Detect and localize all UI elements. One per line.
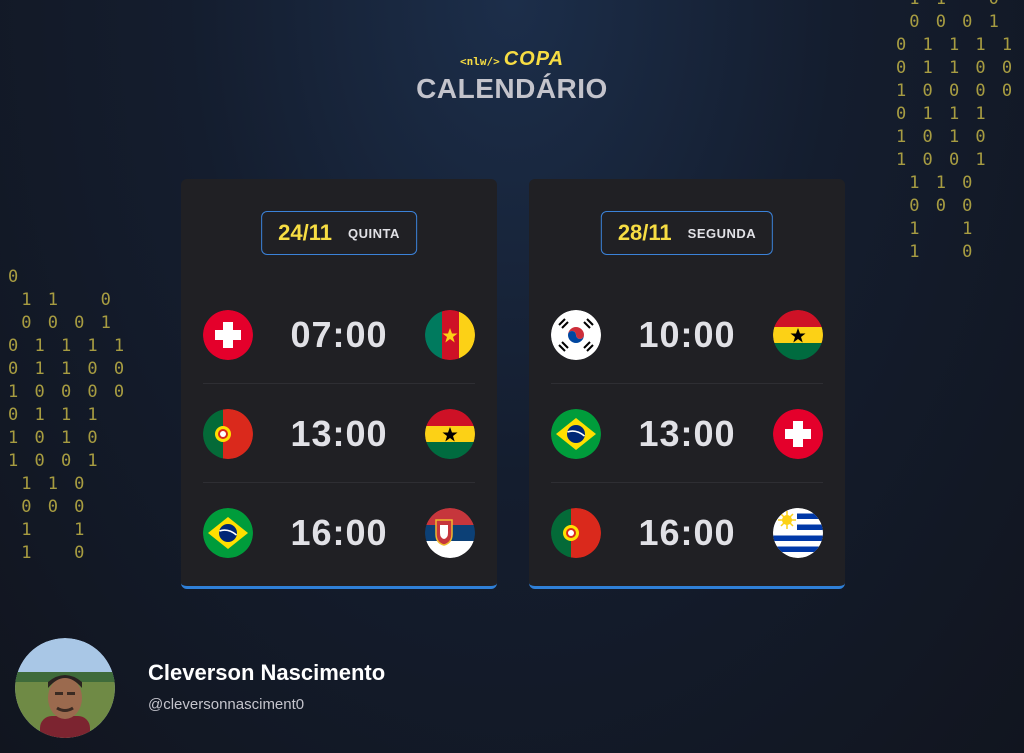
- serbia-flag-icon: [424, 508, 475, 558]
- match-time: 13:00: [290, 413, 388, 454]
- match-row[interactable]: 07:00: [203, 285, 475, 385]
- match-time: 16:00: [638, 512, 736, 553]
- match-time: 07:00: [290, 314, 388, 355]
- match-row[interactable]: 16:00: [203, 483, 475, 583]
- ghana-flag-icon: [772, 310, 823, 360]
- day-date: 24/11: [278, 220, 332, 245]
- portugal-flag-icon: [203, 409, 253, 459]
- day-date: 28/11: [617, 220, 672, 245]
- day-card-2: 28/11 SEGUNDA 10:00 13:00 16:00: [529, 179, 845, 589]
- brazil-flag-icon: [203, 508, 253, 558]
- match-row[interactable]: 13:00: [203, 384, 475, 484]
- profile-handle[interactable]: @cleversonnasciment0: [148, 696, 304, 713]
- date-badge: 28/11 SEGUNDA: [600, 211, 774, 255]
- switzerland-flag-icon: [772, 409, 823, 459]
- uruguay-flag-icon: [772, 508, 823, 558]
- page-header: <nlw/> COPA CALENDÁRIO: [0, 48, 1024, 105]
- match-row[interactable]: 13:00: [551, 384, 823, 484]
- logo-name: COPA: [503, 48, 565, 70]
- day-weekday: QUINTA: [347, 225, 400, 241]
- cameroon-flag-icon: [424, 310, 475, 360]
- match-time: 10:00: [638, 314, 736, 355]
- match-row[interactable]: 10:00: [551, 285, 823, 385]
- page-title: CALENDÁRIO: [416, 73, 608, 104]
- match-time: 13:00: [638, 413, 736, 454]
- logo-prefix: <nlw/>: [459, 55, 500, 68]
- switzerland-flag-icon: [203, 310, 253, 360]
- match-time: 16:00: [290, 512, 388, 553]
- portugal-flag-icon: [551, 508, 601, 558]
- user-photo-avatar-icon: [15, 638, 115, 738]
- match-row[interactable]: 16:00: [551, 483, 823, 583]
- south-korea-flag-icon: [551, 310, 601, 360]
- profile-avatar: [15, 638, 115, 738]
- profile-name: Cleverson Nascimento: [148, 660, 386, 685]
- brazil-flag-icon: [551, 409, 601, 459]
- ghana-flag-icon: [424, 409, 475, 459]
- day-weekday: SEGUNDA: [687, 225, 757, 241]
- nlw-copa-logo: <nlw/> COPA: [460, 48, 564, 71]
- binary-decoration-right: 1 1 0 0 0 0 1 0 1 1 1 1 0 1 1 0 0 1 0 0 …: [896, 0, 1016, 262]
- date-badge: 24/11 QUINTA: [261, 211, 417, 255]
- day-card-1: 24/11 QUINTA 07:00 13:00 16:00: [181, 179, 497, 589]
- binary-decoration-left: 0 1 1 0 0 0 0 1 0 1 1 1 1 0 1 1 0 0 1 0 …: [8, 267, 128, 563]
